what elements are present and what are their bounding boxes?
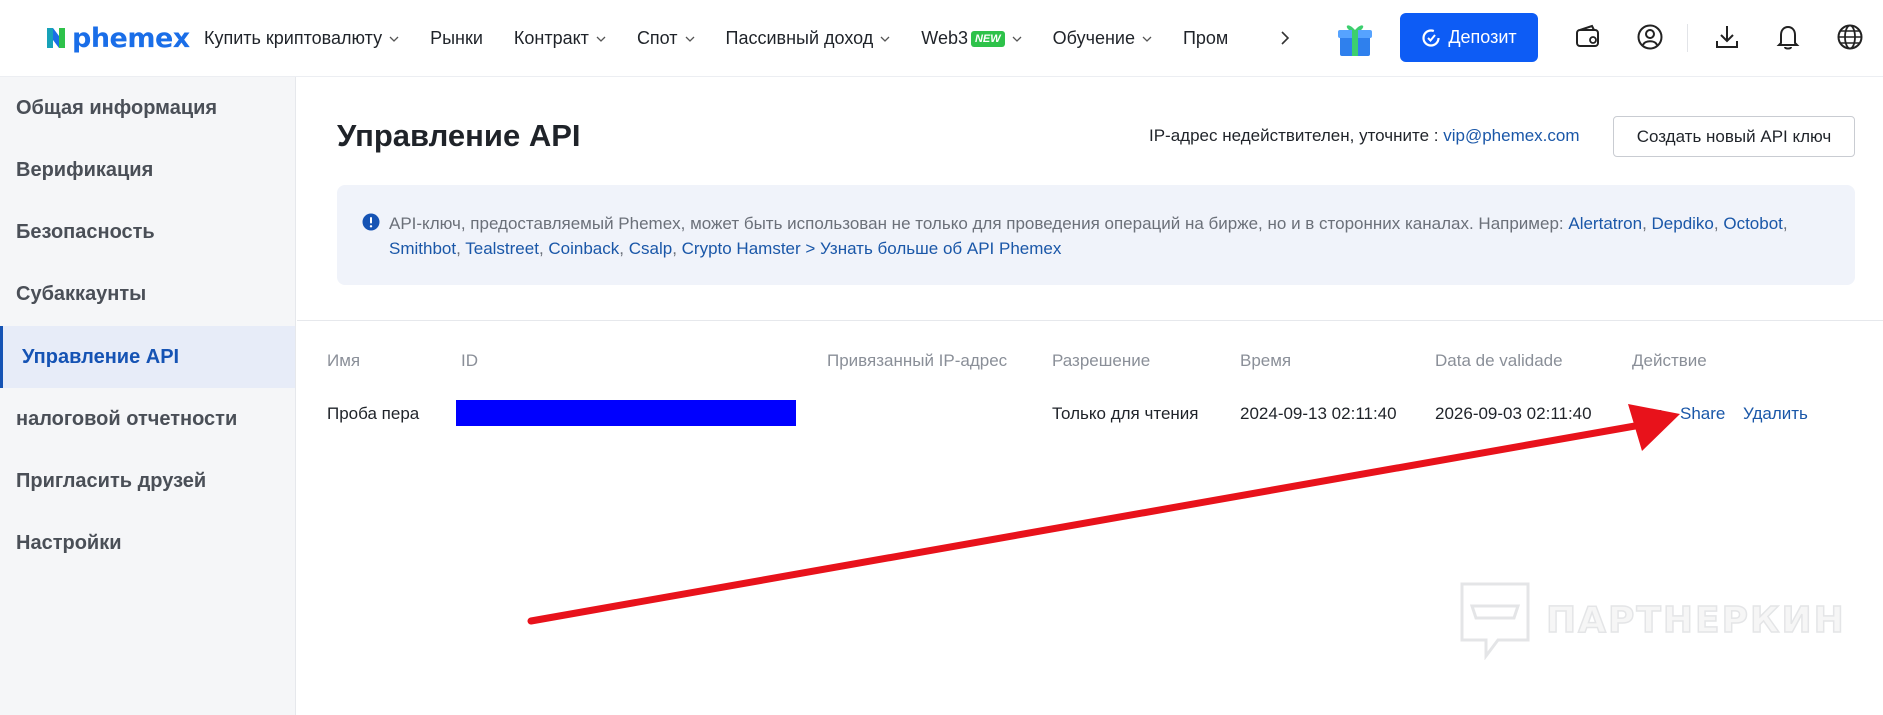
partner-link-depdiko[interactable]: Depdiko (1652, 214, 1714, 233)
bell-icon[interactable] (1773, 22, 1803, 52)
nav-label: Пром (1182, 28, 1229, 48)
api-key-permission: Только для чтения (1052, 404, 1199, 423)
column-header-time: Время (1240, 351, 1292, 370)
new-badge: NEW (970, 30, 1005, 47)
chevron-down-icon (389, 36, 399, 42)
nav-markets[interactable]: Рынки (430, 28, 483, 49)
top-navigation-bar: phemex Купить криптовалюту Рынки Контрак… (0, 0, 1883, 77)
nav-label: Спот (636, 28, 678, 48)
main-nav: Купить криптовалюту Рынки Контракт Спот … (204, 0, 1229, 77)
nav-label: Купить криптовалюту (204, 28, 383, 48)
sidebar-item-label: Общая информация (16, 96, 218, 119)
chevron-down-icon (1142, 36, 1152, 42)
chevron-down-icon (596, 36, 606, 42)
nav-contract[interactable]: Контракт (514, 28, 606, 49)
api-key-id-redacted (456, 400, 796, 426)
globe-icon[interactable] (1835, 22, 1865, 52)
chat-bubble-icon (1460, 582, 1530, 660)
sidebar-item-verification[interactable]: Верификация (0, 139, 295, 201)
user-icon[interactable] (1635, 22, 1665, 52)
nav-buy-crypto[interactable]: Купить криптовалюту (204, 28, 399, 49)
support-email-link[interactable]: vip@phemex.com (1443, 126, 1579, 145)
nav-scroll-right-button[interactable] (1275, 26, 1295, 50)
sidebar-item-label: Управление API (22, 345, 180, 368)
section-divider (297, 320, 1883, 321)
partner-link-csalp[interactable]: Csalp (629, 239, 672, 258)
learn-more-api-link[interactable]: > Узнать больше об API Phemex (805, 239, 1061, 258)
delete-action-link[interactable]: Удалить (1743, 404, 1808, 424)
sidebar-item-label: Настройки (16, 531, 122, 554)
column-header-permission: Разрешение (1052, 351, 1151, 370)
nav-promo[interactable]: Пром (1183, 28, 1229, 49)
chevron-down-icon (1012, 36, 1022, 42)
nav-learn[interactable]: Обучение (1053, 28, 1152, 49)
sidebar-item-label: Безопасность (16, 220, 155, 243)
nav-label: Контракт (513, 28, 589, 48)
column-header-id: ID (461, 351, 478, 370)
column-header-bound-ip: Привязанный IP-адрес (827, 351, 1008, 370)
phemex-logo[interactable]: phemex (44, 22, 190, 54)
sidebar-item-subaccounts[interactable]: Субаккаунты (0, 263, 295, 325)
column-header-validity: Data de validade (1435, 351, 1563, 370)
phemex-logo-icon (47, 28, 65, 48)
sidebar-item-invite-friends[interactable]: Пригласить друзей (0, 450, 295, 512)
partner-link-tealstreet[interactable]: Tealstreet (465, 239, 539, 258)
partner-link-coinback[interactable]: Coinback (548, 239, 619, 258)
sidebar-item-label: налоговой отчетности (16, 407, 238, 430)
api-info-banner: API-ключ, предоставляемый Phemex, может … (337, 185, 1855, 285)
partner-link-octobot[interactable]: Octobot (1723, 214, 1783, 233)
nav-label: Рынки (430, 28, 483, 48)
nav-web3[interactable]: Web3 NEW (921, 28, 1022, 49)
sidebar-item-label: Субаккаунты (16, 282, 147, 305)
chevron-down-icon (880, 36, 890, 42)
chevron-right-icon (1281, 31, 1290, 45)
nav-label: Web3 (921, 28, 968, 48)
sidebar-item-tax-reports[interactable]: налоговой отчетности (0, 388, 295, 450)
deposit-icon (1422, 28, 1440, 47)
nav-passive-income[interactable]: Пассивный доход (726, 28, 891, 49)
deposit-button[interactable]: Депозит (1400, 13, 1538, 62)
partner-link-alertatron[interactable]: Alertatron (1568, 214, 1642, 233)
watermark-text: ПАРТНЕРКИН (1545, 599, 1846, 642)
sidebar-item-security[interactable]: Безопасность (0, 201, 295, 263)
api-key-name: Проба пера (327, 404, 420, 423)
sidebar-item-label: Верификация (16, 158, 154, 181)
view-action-link[interactable]: Вид (1632, 404, 1663, 424)
partner-link-smithbot[interactable]: Smithbot (389, 239, 456, 258)
column-header-action: Действие (1632, 351, 1707, 370)
info-icon (362, 213, 380, 231)
ip-note-text: IP-адрес недействителен, уточните : (1149, 126, 1444, 145)
ip-note: IP-адрес недействителен, уточните : vip@… (1149, 126, 1580, 146)
partner-link-crypto-hamster[interactable]: Crypto Hamster (682, 239, 801, 258)
share-action-link[interactable]: Share (1680, 404, 1725, 424)
sidebar-item-api-management[interactable]: Управление API (0, 326, 295, 388)
api-key-created-time: 2024-09-13 02:11:40 (1240, 404, 1397, 423)
create-api-key-button[interactable]: Создать новый API ключ (1613, 116, 1855, 157)
nav-label: Обучение (1052, 28, 1135, 48)
nav-label: Пассивный доход (725, 28, 874, 48)
nav-spot[interactable]: Спот (637, 28, 695, 49)
logo-text: phemex (72, 22, 190, 54)
api-key-validity: 2026-09-03 02:11:40 (1435, 404, 1592, 423)
partnerkin-watermark: ПАРТНЕРКИН (1458, 580, 1846, 660)
chevron-down-icon (685, 36, 695, 42)
header-divider (1687, 24, 1688, 52)
info-text: API-ключ, предоставляемый Phemex, может … (389, 214, 1569, 233)
wallet-icon[interactable] (1573, 22, 1603, 52)
download-icon[interactable] (1712, 22, 1742, 52)
sidebar-item-label: Пригласить друзей (16, 469, 207, 492)
deposit-label: Депозит (1448, 27, 1517, 47)
account-sidebar: Общая информация Верификация Безопасност… (0, 77, 296, 715)
sidebar-item-overview[interactable]: Общая информация (0, 77, 295, 139)
sidebar-item-settings[interactable]: Настройки (0, 512, 295, 574)
page-title: Управление API (337, 118, 581, 153)
gift-icon[interactable] (1336, 20, 1374, 58)
column-header-name: Имя (327, 351, 361, 370)
